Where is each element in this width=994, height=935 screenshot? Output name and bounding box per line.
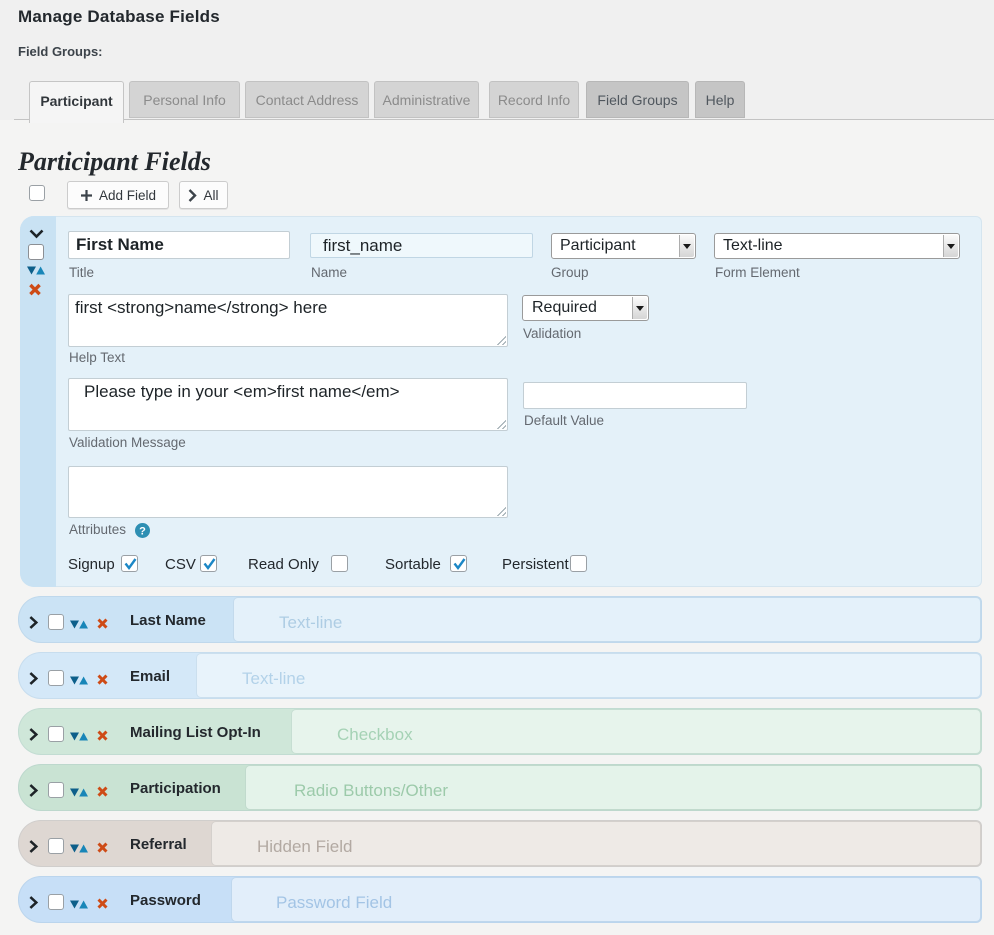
svg-text:?: ? bbox=[139, 525, 146, 537]
